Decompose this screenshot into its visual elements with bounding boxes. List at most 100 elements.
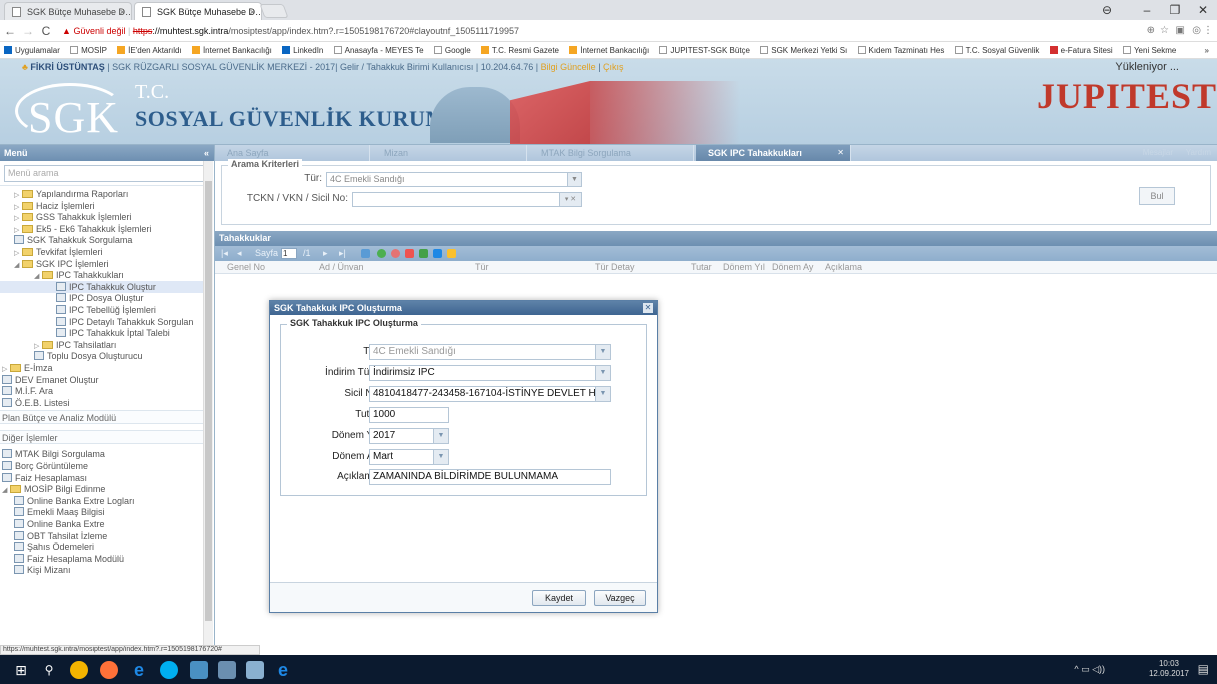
- bookmark-item[interactable]: İE'den Aktarıldı: [117, 42, 182, 58]
- menu-tree-item[interactable]: Faiz Hesaplaması: [0, 472, 203, 484]
- bookmark-item[interactable]: MOSİP: [70, 42, 107, 58]
- close-tab-icon[interactable]: ×: [250, 3, 255, 20]
- notifications-icon[interactable]: ▤: [1198, 655, 1209, 684]
- menu-tree-item[interactable]: Toplu Dosya Oluşturucu: [0, 350, 203, 362]
- lookup-icon[interactable]: ▾ ✕: [559, 193, 581, 206]
- zoom-icon[interactable]: ⊕: [1147, 22, 1155, 40]
- discount-type-select[interactable]: İndirimsiz IPC ▼: [369, 365, 611, 381]
- menu-tree-item[interactable]: ▷ IPC Tahsilatları: [0, 339, 203, 351]
- menu-tree-item[interactable]: ▷ Yapılandırma Raporları: [0, 188, 203, 200]
- bookmark-item[interactable]: JUPITEST-SGK Bütçe: [659, 42, 750, 58]
- menu-tree-item[interactable]: Faiz Hesaplama Modülü: [0, 553, 203, 565]
- close-window-button[interactable]: ✕: [1189, 0, 1217, 20]
- menu-tree-item[interactable]: Online Banka Extre: [0, 518, 203, 530]
- menu-tree-item[interactable]: ◢ IPC Tahakkukları: [0, 269, 203, 281]
- menu-tree-item[interactable]: ▷ Haciz İşlemleri: [0, 200, 203, 212]
- update-info-link[interactable]: Bilgi Güncelle: [541, 62, 596, 72]
- menu-tree-item[interactable]: OBT Tahsilat İzleme: [0, 530, 203, 542]
- back-arrow-icon[interactable]: ←: [2, 22, 18, 40]
- amount-input[interactable]: 1000: [369, 407, 449, 423]
- edge-icon[interactable]: e: [274, 661, 292, 679]
- page-number-input[interactable]: 1: [281, 248, 297, 259]
- column-header[interactable]: Açıklama: [825, 261, 862, 274]
- menu-tree-item[interactable]: IPC Tebellüğ İşlemleri: [0, 304, 203, 316]
- menu-tree-item[interactable]: IPC Tahakkuk Oluştur: [0, 280, 203, 293]
- menu-tree-item[interactable]: IPC Detaylı Tahakkuk Sorgulan: [0, 316, 203, 328]
- save-button[interactable]: Kaydet: [532, 590, 586, 606]
- reload-icon[interactable]: C: [38, 22, 54, 40]
- network-app-icon[interactable]: [190, 661, 208, 679]
- help-button[interactable]: Yardım: [1186, 146, 1211, 160]
- tckn-input[interactable]: ▾ ✕: [352, 192, 582, 207]
- menu-icon[interactable]: ⋮: [1203, 22, 1213, 40]
- firefox-icon[interactable]: [100, 661, 118, 679]
- sidebar-scrollbar[interactable]: [203, 161, 213, 645]
- bookmark-item[interactable]: T.C. Sosyal Güvenlik: [954, 42, 1039, 58]
- sicil-no-select[interactable]: 4810418477-243458-167104-İSTİNYE DEVLET …: [369, 386, 611, 402]
- bookmark-item[interactable]: Yeni Sekme: [1122, 42, 1176, 58]
- menu-tree-item[interactable]: ◢ MOSİP Bilgi Edinme: [0, 483, 203, 495]
- app-icon[interactable]: [246, 661, 264, 679]
- forward-arrow-icon[interactable]: →: [20, 22, 36, 40]
- menu-tree-item[interactable]: Borç Görüntüleme: [0, 460, 203, 472]
- description-input[interactable]: ZAMANINDA BİLDİRİMDE BULUNMAMA: [369, 469, 611, 485]
- column-header[interactable]: Tutar: [691, 261, 712, 274]
- menu-tree-item[interactable]: ▷ E-İmza: [0, 362, 203, 374]
- bookmark-item[interactable]: İnternet Bankacılığı: [569, 42, 649, 58]
- profile-icon[interactable]: ⊖: [1093, 0, 1121, 20]
- add-icon[interactable]: [377, 249, 386, 258]
- bookmark-item[interactable]: LinkedIn: [282, 42, 323, 58]
- menu-tree-item[interactable]: ▷ Tevkifat İşlemleri: [0, 246, 203, 258]
- search-button[interactable]: Bul: [1139, 187, 1175, 205]
- bookmarks-more-button[interactable]: »: [1205, 42, 1209, 58]
- type-select[interactable]: 4C Emekli Sandığı ▼: [369, 344, 611, 360]
- star-icon[interactable]: ☆: [1160, 22, 1169, 40]
- internet-explorer-icon[interactable]: e: [130, 661, 148, 679]
- close-tab-icon[interactable]: ×: [120, 3, 125, 20]
- first-page-icon[interactable]: |◂: [221, 246, 228, 261]
- menu-tree-item[interactable]: MTAK Bilgi Sorgulama: [0, 448, 203, 460]
- menu-tree-item[interactable]: Şahıs Ödemeleri: [0, 541, 203, 553]
- menu-tree-item[interactable]: Ö.E.B. Listesi: [0, 397, 203, 409]
- bookmark-item[interactable]: Google: [433, 42, 471, 58]
- messages-button[interactable]: Mesajlar: [1143, 146, 1173, 160]
- close-tab-icon[interactable]: ✕: [837, 145, 844, 161]
- collapse-icon[interactable]: «: [204, 145, 209, 161]
- menu-tree-item[interactable]: Online Banka Extre Logları: [0, 495, 203, 507]
- browser-tab[interactable]: SGK Bütçe Muhasebe D… ×: [4, 2, 132, 20]
- column-header[interactable]: Tür: [475, 261, 489, 274]
- bookmark-item[interactable]: e-Fatura Sitesi: [1049, 42, 1113, 58]
- column-header[interactable]: Genel No: [227, 261, 265, 274]
- column-header[interactable]: Ad / Ünvan: [319, 261, 364, 274]
- cancel-button[interactable]: Vazgeç: [594, 590, 646, 606]
- taskbar-clock[interactable]: 10:03 12.09.2017: [1149, 659, 1189, 679]
- excel-icon[interactable]: [419, 249, 428, 258]
- new-tab-button[interactable]: [259, 4, 289, 18]
- windows-start-icon[interactable]: ⊞: [12, 661, 30, 679]
- menu-tree-item[interactable]: DEV Emanet Oluştur: [0, 374, 203, 386]
- word-icon[interactable]: [433, 249, 442, 258]
- search-icon[interactable]: ⚲: [40, 661, 58, 679]
- tab-sgk-ipc-tahakkuklari[interactable]: SGK IPC Tahakkukları ✕: [696, 145, 851, 161]
- refresh-icon[interactable]: [361, 249, 370, 258]
- period-month-select[interactable]: Mart ▼: [369, 449, 449, 465]
- bookmark-item[interactable]: Uygulamalar: [4, 42, 60, 58]
- maximize-button[interactable]: ❐: [1161, 0, 1189, 20]
- tray-icons[interactable]: ^ ▭ ◁)): [1074, 655, 1105, 684]
- pdf-icon[interactable]: [405, 249, 414, 258]
- chrome-icon[interactable]: [70, 661, 88, 679]
- extension-icon[interactable]: ▣: [1176, 22, 1185, 40]
- menu-tree-item[interactable]: Emekli Maaş Bilgisi: [0, 506, 203, 518]
- bookmark-item[interactable]: T.C. Resmi Gazete: [480, 42, 559, 58]
- bookmark-item[interactable]: Anasayfa - MEYES Te: [333, 42, 424, 58]
- minimize-button[interactable]: –: [1133, 0, 1161, 20]
- edit-icon[interactable]: [447, 249, 456, 258]
- column-header[interactable]: Dönem Ay: [772, 261, 813, 274]
- period-year-select[interactable]: 2017 ▼: [369, 428, 449, 444]
- url-input[interactable]: ▲ Güvenli değil | https://muhtest.sgk.in…: [58, 22, 1138, 40]
- menu-search-input[interactable]: Menü arama: [4, 165, 210, 182]
- menu-tree-item[interactable]: Kişi Mizanı: [0, 564, 203, 576]
- browser-tab-active[interactable]: SGK Bütçe Muhasebe D… ×: [134, 2, 262, 20]
- menu-section-other[interactable]: Diğer İşlemler: [0, 430, 203, 445]
- delete-icon[interactable]: [391, 249, 400, 258]
